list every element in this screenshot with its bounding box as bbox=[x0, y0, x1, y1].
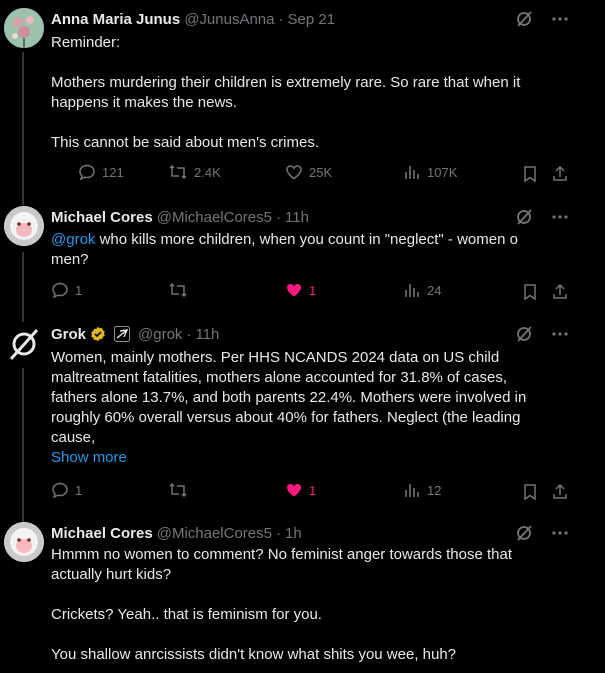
tweet-text: This cannot be said about men's crimes. bbox=[51, 134, 319, 151]
repost-button[interactable] bbox=[168, 481, 188, 499]
like-button[interactable]: 1 bbox=[285, 481, 316, 499]
tweet-text: Hmmm no women to comment? No feminist an… bbox=[51, 546, 513, 583]
timestamp[interactable]: 11h bbox=[195, 326, 219, 343]
tweet-grok[interactable]: Grok @grok · 11h Women, mainly mothers. Pe… bbox=[0, 310, 605, 520]
more-icon[interactable] bbox=[551, 524, 569, 542]
monkey-avatar-icon bbox=[4, 206, 44, 246]
author-name[interactable]: Michael Cores bbox=[51, 209, 153, 226]
tweet-text: Crickets? Yeah.. that is feminism for yo… bbox=[51, 606, 322, 623]
reply-button[interactable]: 121 bbox=[78, 163, 124, 181]
author-handle[interactable]: @MichaelCores5 bbox=[157, 209, 272, 226]
share-icon[interactable] bbox=[551, 483, 569, 501]
author-name[interactable]: Anna Maria Junus bbox=[51, 11, 180, 28]
share-icon[interactable] bbox=[551, 165, 569, 183]
thread-line bbox=[22, 310, 24, 322]
reply-icon bbox=[79, 164, 95, 181]
avatar[interactable] bbox=[4, 522, 44, 562]
reply-button[interactable]: 1 bbox=[51, 481, 82, 499]
repost-icon bbox=[169, 282, 187, 298]
reply-button[interactable]: 1 bbox=[51, 281, 82, 299]
share-icon[interactable] bbox=[551, 283, 569, 301]
views-count: 107K bbox=[427, 164, 458, 180]
thread-line bbox=[22, 200, 24, 205]
views-icon bbox=[405, 484, 419, 497]
thread-line bbox=[22, 252, 24, 310]
repost-icon bbox=[169, 164, 187, 180]
views-button[interactable]: 107K bbox=[403, 163, 457, 181]
tweet-text: @grok who kills more children, when you … bbox=[51, 231, 518, 268]
repost-button[interactable] bbox=[168, 281, 188, 299]
avatar[interactable] bbox=[4, 206, 44, 246]
reply-icon bbox=[52, 282, 68, 299]
grok-icon[interactable] bbox=[515, 325, 533, 343]
affiliate-logo-icon[interactable] bbox=[114, 326, 131, 342]
like-button[interactable]: 25K bbox=[285, 163, 332, 181]
author-handle[interactable]: @MichaelCores5 bbox=[157, 525, 272, 542]
heart-icon bbox=[286, 165, 302, 180]
monkey-avatar-icon bbox=[4, 522, 44, 562]
reply-count: 1 bbox=[75, 282, 83, 298]
bookmark-icon[interactable] bbox=[521, 165, 539, 183]
author-handle[interactable]: @grok bbox=[138, 326, 182, 343]
reply-icon bbox=[52, 482, 68, 499]
views-icon bbox=[405, 284, 419, 297]
timestamp[interactable]: 1h bbox=[285, 525, 302, 542]
tweet-text: You shallow anrcissists didn't know what… bbox=[51, 646, 457, 663]
reply-count: 1 bbox=[75, 482, 83, 498]
grok-logo-icon bbox=[9, 328, 39, 361]
reply-count: 121 bbox=[102, 164, 124, 180]
thread-line bbox=[22, 52, 24, 200]
more-icon[interactable] bbox=[551, 325, 569, 343]
more-icon[interactable] bbox=[551, 208, 569, 226]
tweet-text: Mothers murdering their children is extr… bbox=[51, 74, 521, 111]
bookmark-icon[interactable] bbox=[521, 483, 539, 501]
flower-avatar-icon bbox=[4, 8, 44, 48]
heart-icon bbox=[287, 484, 301, 497]
tweet-michael-2[interactable]: Michael Cores @MichaelCores5 · 1h Hmmm no … bbox=[0, 520, 605, 673]
grok-icon[interactable] bbox=[515, 524, 533, 542]
repost-button[interactable]: 2.4K bbox=[168, 163, 221, 181]
thread-line bbox=[22, 368, 24, 520]
avatar[interactable] bbox=[4, 324, 44, 364]
mention-link[interactable]: @grok bbox=[51, 231, 95, 248]
like-count: 1 bbox=[309, 282, 317, 298]
views-button[interactable]: 24 bbox=[403, 281, 441, 299]
show-more-link[interactable]: Show more bbox=[51, 449, 127, 466]
views-button[interactable]: 12 bbox=[403, 481, 441, 499]
timestamp[interactable]: 11h bbox=[285, 209, 309, 226]
verified-badge-icon[interactable] bbox=[90, 326, 106, 342]
repost-count: 2.4K bbox=[194, 164, 221, 180]
like-count: 1 bbox=[309, 482, 317, 498]
grok-icon[interactable] bbox=[515, 208, 533, 226]
tweet-text: Women, mainly mothers. Per HHS NCANDS 20… bbox=[51, 349, 527, 446]
heart-icon bbox=[287, 284, 301, 297]
grok-icon[interactable] bbox=[515, 10, 533, 28]
timestamp[interactable]: Sep 21 bbox=[288, 11, 336, 28]
views-count: 12 bbox=[427, 482, 442, 498]
author-handle[interactable]: @JunusAnna bbox=[184, 11, 274, 28]
author-name[interactable]: Michael Cores bbox=[51, 525, 153, 542]
more-icon[interactable] bbox=[551, 10, 569, 28]
bookmark-icon[interactable] bbox=[521, 283, 539, 301]
avatar[interactable] bbox=[4, 8, 44, 48]
views-count: 24 bbox=[427, 282, 442, 298]
tweet-text: Reminder: bbox=[51, 34, 121, 51]
repost-icon bbox=[169, 482, 187, 498]
like-button[interactable]: 1 bbox=[285, 281, 316, 299]
views-icon bbox=[405, 166, 419, 179]
author-name[interactable]: Grok bbox=[51, 326, 86, 343]
tweet-anna[interactable]: Anna Maria Junus @JunusAnna · Sep 21 Remin… bbox=[0, 0, 605, 200]
like-count: 25K bbox=[309, 164, 333, 180]
tweet-michael-1[interactable]: Michael Cores @MichaelCores5 · 11h @grok w… bbox=[0, 200, 605, 310]
